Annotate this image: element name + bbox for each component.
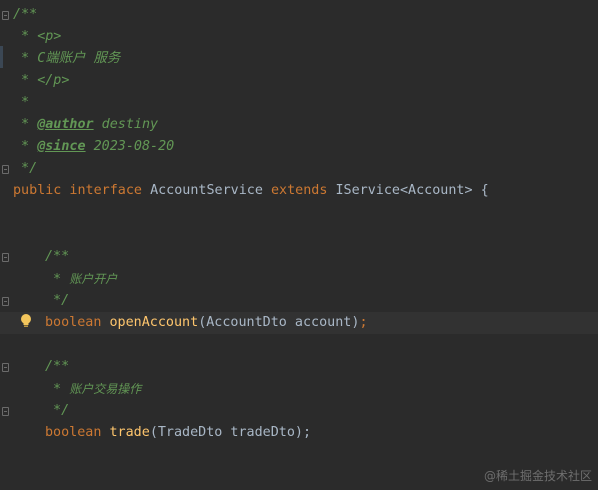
code-line-12: /**: [0, 246, 598, 268]
doc-star: *: [13, 139, 38, 154]
method-name: trade: [109, 425, 150, 440]
author-tag: @author: [37, 117, 94, 132]
html-tag: </p>: [37, 73, 70, 88]
code-line-7: * @since 2023-08-20: [0, 136, 598, 158]
keyword-extends: extends: [271, 183, 336, 198]
code-line-6: * @author destiny: [0, 114, 598, 136]
doc-star: *: [13, 117, 38, 132]
doc-comment-close: */: [45, 403, 70, 418]
keyword-boolean: boolean: [45, 315, 110, 330]
code-line-18: * 账户交易操作: [0, 378, 598, 400]
code-line-17: /**: [0, 356, 598, 378]
code-line-19: */: [0, 400, 598, 422]
since-tag: @since: [37, 139, 86, 154]
fold-icon[interactable]: [2, 363, 9, 372]
code-line-1: /**: [0, 4, 598, 26]
fold-icon[interactable]: [2, 11, 9, 20]
method-params: (TradeDto tradeDto);: [149, 425, 312, 440]
html-tag: <p>: [37, 29, 62, 44]
doc-comment-close: */: [13, 161, 38, 176]
doc-star: *: [13, 51, 38, 66]
method-params: (AccountDto account): [198, 315, 360, 330]
doc-comment-open: /**: [45, 249, 70, 264]
doc-description: 账户开户: [69, 272, 118, 286]
code-line-2: * <p>: [0, 26, 598, 48]
doc-comment-open: /**: [13, 7, 38, 22]
doc-star: *: [13, 29, 38, 44]
fold-icon[interactable]: [2, 297, 9, 306]
code-line-4: * </p>: [0, 70, 598, 92]
keyword-public-interface: public interface: [13, 183, 151, 198]
doc-star: *: [45, 382, 70, 397]
watermark: @稀土掘金技术社区: [483, 469, 592, 483]
code-editor[interactable]: /** * <p> * C端账户 服务 * </p> * * @author d…: [0, 0, 598, 490]
since-value: 2023-08-20: [85, 139, 175, 154]
interface-name: AccountService: [150, 183, 271, 198]
doc-star: *: [13, 73, 38, 88]
super-interface: IService<Account> {: [335, 183, 489, 198]
method-name: openAccount: [109, 315, 199, 330]
fold-icon[interactable]: [2, 253, 9, 262]
fold-icon[interactable]: [2, 165, 9, 174]
code-line-3: * C端账户 服务: [0, 48, 598, 70]
code-line-8: */: [0, 158, 598, 180]
doc-comment-open: /**: [45, 359, 70, 374]
code-line-14: */: [0, 290, 598, 312]
code-line-15: boolean openAccount(AccountDto account);: [0, 312, 598, 334]
doc-comment-close: */: [45, 293, 70, 308]
code-line-9: public interface AccountService extends …: [0, 180, 598, 202]
keyword-boolean: boolean: [45, 425, 110, 440]
doc-description: C端账户 服务: [37, 51, 121, 66]
semicolon: ;: [359, 315, 368, 330]
doc-star: *: [13, 95, 30, 110]
fold-icon[interactable]: [2, 407, 9, 416]
doc-description: 账户交易操作: [69, 382, 142, 396]
code-line-13: * 账户开户: [0, 268, 598, 290]
author-value: destiny: [93, 117, 159, 132]
doc-star: *: [45, 272, 70, 287]
lightbulb-icon[interactable]: [19, 313, 33, 329]
code-line-5: *: [0, 92, 598, 114]
code-line-20: boolean trade(TradeDto tradeDto);: [0, 422, 598, 444]
